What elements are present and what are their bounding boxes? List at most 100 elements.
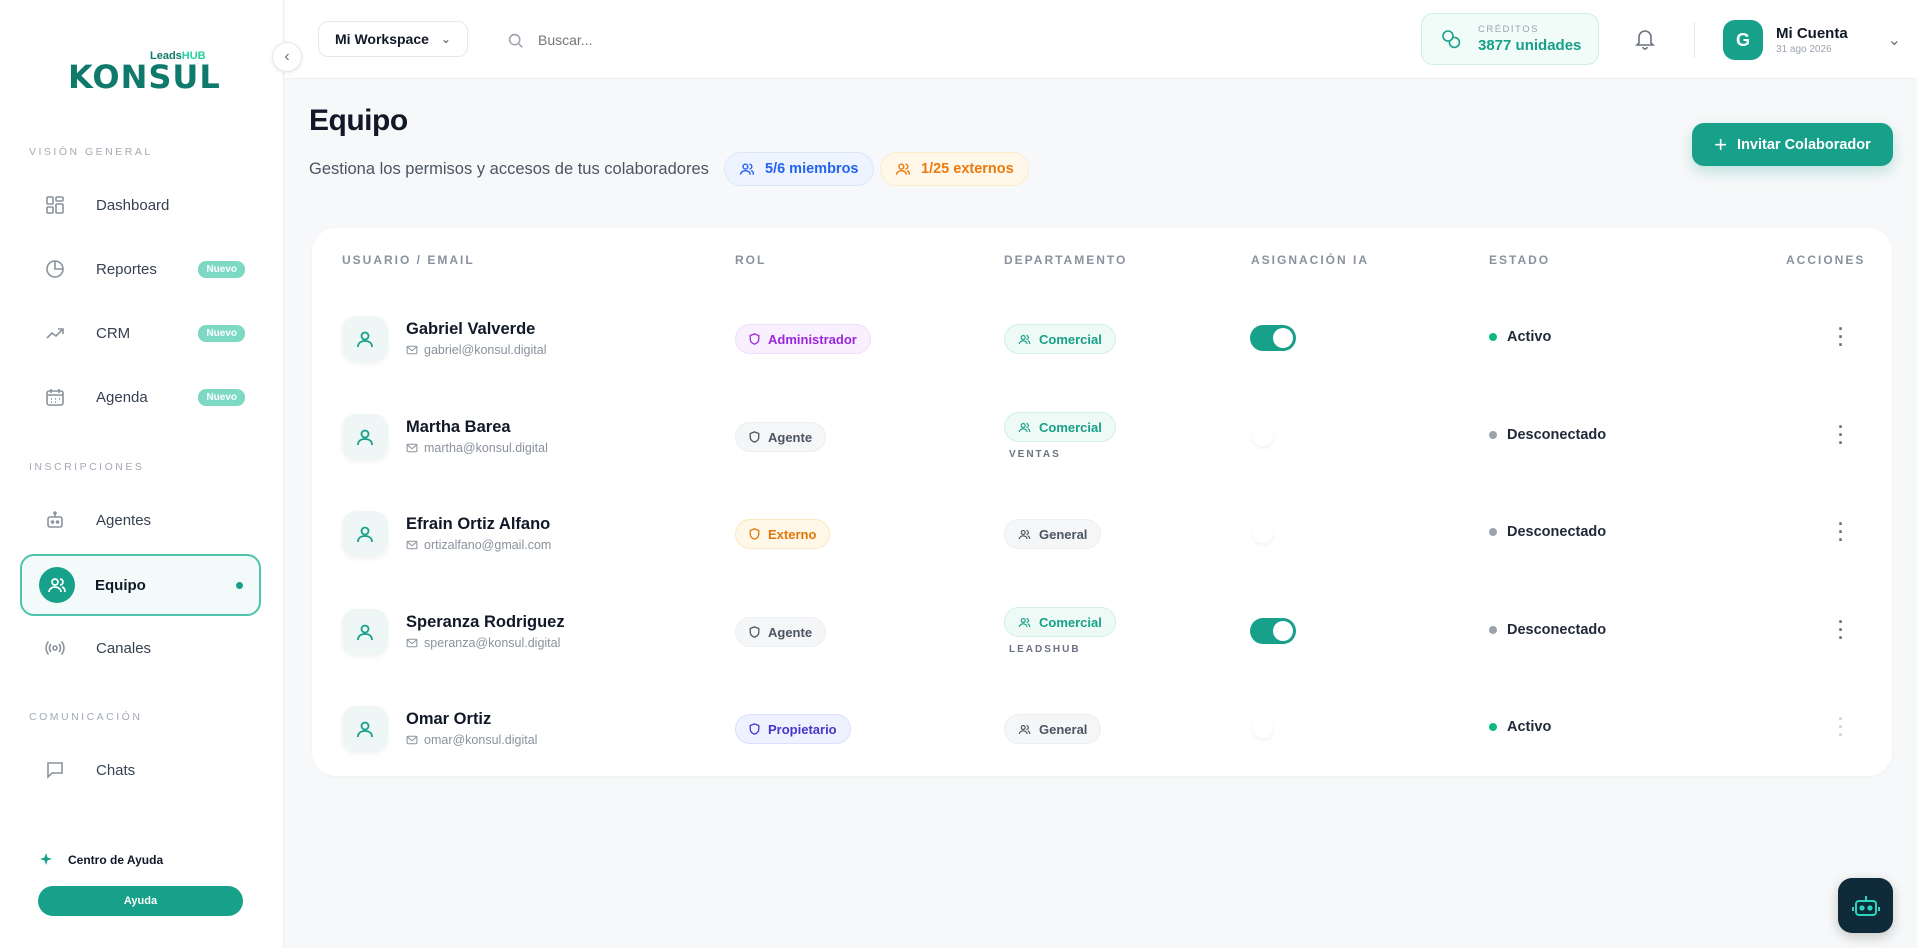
workspace-selector[interactable]: Mi Workspace ⌄	[318, 21, 468, 57]
more-actions-icon[interactable]: · · ·	[1836, 515, 1846, 549]
mail-icon	[406, 344, 418, 356]
table-row[interactable]: Gabriel Valverde gabriel@konsul.digital …	[312, 289, 1892, 387]
help-button[interactable]: Ayuda	[38, 886, 243, 916]
col-header-dept: DEPARTAMENTO	[1004, 253, 1128, 267]
calendar-icon	[40, 382, 70, 412]
more-actions-icon[interactable]: · · ·	[1836, 418, 1846, 452]
sidebar-item-agenda[interactable]: Agenda Nuevo	[20, 368, 261, 426]
status: Activo	[1489, 329, 1551, 345]
sidebar-item-canales[interactable]: Canales	[20, 619, 261, 677]
avatar: G	[1723, 20, 1763, 60]
section-label-comunicacion: COMUNICACIÓN	[29, 711, 143, 723]
table-row[interactable]: Speranza Rodriguez speranza@konsul.digit…	[312, 582, 1892, 680]
bot-icon	[40, 505, 70, 535]
users-icon	[1018, 528, 1031, 541]
role-text: Externo	[768, 526, 817, 542]
department-text: General	[1039, 721, 1088, 737]
shield-icon	[749, 723, 760, 735]
workspace-label: Mi Workspace	[335, 31, 429, 47]
chatbot-launcher[interactable]	[1838, 878, 1893, 933]
table-row[interactable]: Efrain Ortiz Alfano ortizalfano@gmail.co…	[312, 484, 1892, 582]
logo[interactable]: LeadsHUB KONSUL	[68, 50, 220, 96]
table-row[interactable]: Omar Ortiz omar@konsul.digital Propietar…	[312, 679, 1892, 777]
user-email: ortizalfano@gmail.com	[406, 538, 551, 552]
department-chip: Comercial	[1004, 412, 1116, 442]
ia-toggle[interactable]	[1250, 325, 1296, 351]
role-text: Agente	[768, 429, 813, 445]
section-label-general: VISIÓN GENERAL	[29, 146, 153, 158]
sidebar-item-agentes[interactable]: Agentes	[20, 491, 261, 549]
role-text: Administrador	[768, 331, 857, 347]
collapse-sidebar-button[interactable]: ‹	[272, 42, 302, 72]
subdepartment-label: LEADSHUB	[1009, 644, 1081, 655]
status-text: Desconectado	[1507, 622, 1607, 638]
search-bar	[507, 22, 877, 58]
users-icon	[39, 567, 75, 603]
sidebar-item-label: Chats	[96, 761, 136, 779]
more-actions-icon[interactable]: · · ·	[1836, 320, 1846, 354]
sidebar-item-crm[interactable]: CRM Nuevo	[20, 304, 261, 362]
new-badge: Nuevo	[198, 388, 245, 406]
ia-toggle[interactable]	[1250, 520, 1296, 546]
department-chip: Comercial	[1004, 324, 1116, 354]
more-actions-icon[interactable]: · · ·	[1836, 613, 1846, 647]
status: Desconectado	[1489, 524, 1606, 540]
user-name: Gabriel Valverde	[406, 320, 536, 338]
sidebar-item-label: Reportes	[96, 260, 157, 278]
user-email: omar@konsul.digital	[406, 733, 537, 747]
sidebar-item-label: Dashboard	[96, 196, 170, 214]
sidebar-item-dashboard[interactable]: Dashboard	[20, 176, 261, 234]
department-text: General	[1039, 526, 1088, 542]
bell-icon[interactable]	[1635, 28, 1655, 55]
search-icon	[507, 32, 524, 49]
members-pill: 5/6 miembros	[724, 152, 874, 186]
users-icon	[1018, 616, 1031, 629]
account-date: 31 ago 2026	[1776, 44, 1832, 55]
active-dot	[236, 581, 243, 589]
credits-widget[interactable]: CRÉDITOS 3877 unidades	[1421, 13, 1599, 65]
role-text: Propietario	[768, 721, 837, 737]
sidebar-item-reportes[interactable]: Reportes Nuevo	[20, 240, 261, 298]
externals-pill: 1/25 externos	[880, 152, 1029, 186]
chevron-down-icon: ⌄	[1887, 32, 1902, 49]
subdepartment-label: VENTAS	[1009, 449, 1061, 460]
mail-icon	[406, 637, 418, 649]
col-header-acciones: ACCIONES	[1786, 253, 1866, 267]
user-icon	[342, 414, 388, 460]
sparkle-icon	[38, 852, 54, 868]
section-label-inscripciones: INSCRIPCIONES	[29, 461, 145, 473]
col-header-rol: ROL	[735, 253, 767, 267]
sidebar-item-label: CRM	[96, 324, 131, 342]
ia-toggle[interactable]	[1250, 423, 1296, 449]
sidebar-item-chats[interactable]: Chats	[20, 741, 261, 799]
search-input[interactable]	[538, 32, 838, 48]
account-menu[interactable]: G Mi Cuenta 31 ago 2026 ⌄	[1723, 20, 1901, 60]
page-subtitle: Gestiona los permisos y accesos de tus c…	[309, 160, 709, 178]
more-actions-icon[interactable]: · · ·	[1836, 710, 1846, 744]
sidebar-item-equipo[interactable]: Equipo	[20, 554, 261, 616]
status-dot	[1489, 528, 1497, 536]
user-email: martha@konsul.digital	[406, 441, 548, 455]
department-text: Comercial	[1039, 419, 1102, 435]
chevron-down-icon: ⌄	[440, 32, 451, 46]
help-center[interactable]: Centro de Ayuda	[38, 852, 163, 868]
help-center-label: Centro de Ayuda	[68, 853, 164, 867]
table-row[interactable]: Martha Barea martha@konsul.digital Agent…	[312, 387, 1892, 485]
top-header: Mi Workspace ⌄ CRÉDITOS 3877 unidades G …	[285, 0, 1917, 79]
ia-toggle[interactable]	[1250, 715, 1296, 741]
invite-collaborator-button[interactable]: + Invitar Colaborador	[1692, 123, 1893, 166]
col-header-user: USUARIO / EMAIL	[342, 253, 475, 267]
shield-icon	[749, 626, 760, 638]
status-dot	[1489, 723, 1497, 731]
chevron-left-icon: ‹	[284, 48, 290, 65]
mail-icon	[406, 734, 418, 746]
status: Desconectado	[1489, 427, 1606, 443]
members-count: 5/6 miembros	[765, 161, 859, 177]
role-chip: Externo	[735, 519, 831, 549]
pie-chart-icon	[40, 254, 70, 284]
users-icon	[739, 161, 755, 177]
user-name: Speranza Rodriguez	[406, 613, 565, 631]
email-text: martha@konsul.digital	[424, 441, 548, 455]
grid-icon	[40, 190, 70, 220]
ia-toggle[interactable]	[1250, 618, 1296, 644]
